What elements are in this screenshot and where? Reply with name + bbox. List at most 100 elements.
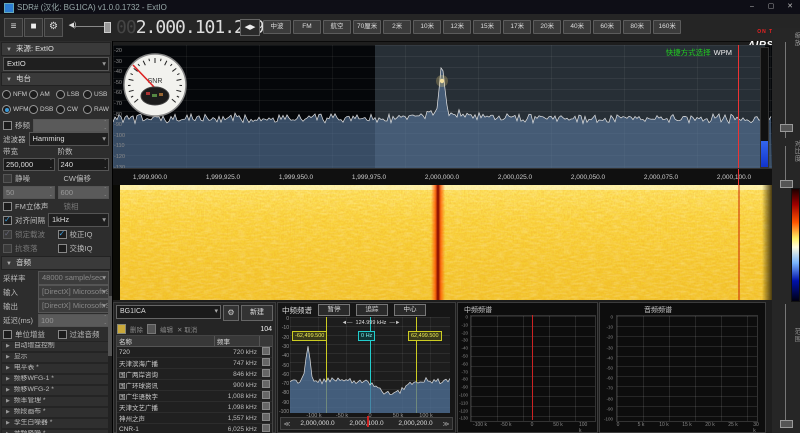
frequency-table-row[interactable]: 神州之声 1,557 kHz [117,413,272,424]
demod-mode-radio[interactable]: WFM [2,105,29,114]
frequency-scale[interactable]: 1,999,900.01,999,925.01,999,950.01,999,9… [113,168,772,185]
audio-input-select[interactable]: [DirectX] Microsoft So [38,285,109,299]
demod-mode-radio[interactable]: USB [83,90,110,99]
squelch-checkbox[interactable] [3,174,12,183]
new-entry-button[interactable]: 新建 [241,305,273,321]
edit-button[interactable]: 编辑 [160,324,173,334]
band-preset-button[interactable]: 60米 [593,20,621,34]
source-section-header[interactable]: 来源: ExtIO [1,42,111,56]
plugin-section-header[interactable]: 孪生白噪器 * [1,418,111,429]
station-checkbox-cell[interactable] [260,358,272,368]
band-preset-button[interactable]: 航空 [323,20,351,34]
edit-icon[interactable] [147,324,156,334]
if-zoom-chart[interactable]: 124.999 kHz -62,499.500 0 Hz 62,499.500 [290,317,450,413]
correct-iq-checkbox[interactable] [58,230,67,239]
plugin-section-header[interactable]: 频移WFG-1 * [1,374,111,385]
lock-carrier-checkbox[interactable] [3,230,12,239]
station-checkbox-cell[interactable] [260,347,272,357]
plugin-section-header[interactable]: 电平表 * [1,363,111,374]
menu-icon[interactable]: ≡ [4,18,23,37]
station-checkbox-cell[interactable] [260,424,272,433]
close-button[interactable]: ✕ [782,1,798,12]
frequency-table-row[interactable]: 720 720 kHz [117,347,272,358]
frequency-table-row[interactable]: 国广两岸咨询 846 kHz [117,369,272,380]
nav-left-icon[interactable]: ≪ [281,420,293,428]
order-input[interactable]: 240 [58,158,110,171]
frequency-table-row[interactable]: 天津滨海广播 747 kHz [117,358,272,369]
start-stop-icon[interactable]: ■ [24,18,43,37]
station-checkbox-cell[interactable] [260,380,272,390]
station-checkbox-cell[interactable] [260,369,272,379]
demod-mode-radio[interactable]: DSB [29,105,56,114]
band-preset-button[interactable]: 160米 [653,20,681,34]
frequency-table-row[interactable]: 国广华语数字 1,008 kHz [117,391,272,402]
volume-slider-handle[interactable] [104,22,111,33]
band-preset-button[interactable]: 70厘米 [353,20,381,34]
nav-right-icon[interactable]: ≫ [440,420,452,428]
delete-button[interactable]: 删除 [130,324,143,334]
demod-mode-radio[interactable]: RAW [83,105,110,114]
spectrum-display[interactable]: -20-30-40-50-60-70-80-90-100-110-120-130… [113,45,772,168]
demod-mode-radio[interactable]: LSB [56,90,83,99]
squelch-input[interactable]: 50 [3,186,55,199]
filter-audio-checkbox[interactable] [58,330,67,339]
source-select[interactable]: ExtIO [3,57,109,71]
band-preset-button[interactable]: 15米 [473,20,501,34]
station-checkbox-cell[interactable] [260,402,272,412]
fm-stereo-checkbox[interactable] [3,202,12,211]
band-preset-button[interactable]: 20米 [533,20,561,34]
station-checkbox[interactable] [262,402,270,410]
plugin-section-header[interactable]: 显示 [1,352,111,363]
waterfall-display[interactable] [113,185,772,300]
audio-output-select[interactable]: [DirectX] Microsoft So [38,299,109,313]
latency-input[interactable]: 100 [38,314,109,327]
shift-checkbox[interactable] [3,121,12,130]
center-button[interactable]: 中心 [394,304,426,316]
cw-shift-input[interactable]: 600 [58,186,110,199]
band-preset-button[interactable]: 80米 [623,20,651,34]
station-checkbox[interactable] [262,347,270,355]
filter-select[interactable]: Hamming [29,132,110,146]
anti-fading-checkbox[interactable] [3,244,12,253]
station-checkbox[interactable] [262,391,270,399]
new-file-icon[interactable] [117,324,126,334]
plugin-section-header[interactable]: 频移WFG-2 * [1,385,111,396]
gear-icon[interactable]: ⚙ [44,18,63,37]
cancel-button[interactable]: ✕ 取消 [177,324,197,334]
sidebar-scrollbar-thumb[interactable] [108,296,112,356]
tuned-frequency-line[interactable] [738,45,739,168]
station-checkbox[interactable] [262,358,270,366]
range-slider-track[interactable] [785,304,786,426]
name-column-header[interactable]: 名称 [117,336,215,346]
swap-iq-checkbox[interactable] [58,244,67,253]
band-preset-button[interactable]: 中波 [263,20,291,34]
frequency-table-row[interactable]: 天津文艺广播 1,098 kHz [117,402,272,413]
frequency-group-select[interactable]: BG1ICA [116,305,221,319]
nav-frequency[interactable]: 2,000,000.0 [300,420,334,427]
demod-mode-radio[interactable]: CW [56,105,83,114]
band-preset-button[interactable]: 17米 [503,20,531,34]
contrast-slider-track[interactable] [785,146,786,182]
band-preset-button[interactable]: 12米 [443,20,471,34]
station-checkbox[interactable] [262,424,270,432]
agc-section-header[interactable]: 自动增益控制 [1,341,111,352]
snap-checkbox[interactable] [3,216,12,225]
if-spectrum-grid[interactable] [470,315,596,422]
demod-mode-radio[interactable]: NFM [2,90,29,99]
radio-section-header[interactable]: 电台 [1,72,111,86]
maximize-button[interactable]: ▢ [763,1,779,12]
frequency-table-header[interactable]: 名称 频率 [117,336,272,347]
bandwidth-input[interactable]: 250,000 [3,158,55,171]
range-slider-handle[interactable] [780,420,793,428]
minimize-button[interactable]: – [744,1,760,12]
zoom-slider-handle[interactable] [780,124,793,132]
station-checkbox[interactable] [262,369,270,377]
band-preset-button[interactable]: 40米 [563,20,591,34]
band-preset-button[interactable]: 2米 [383,20,411,34]
contrast-slider-handle[interactable] [780,180,793,188]
samplerate-select[interactable]: 48000 sample/sec [38,271,109,285]
plugin-section-header[interactable]: 频率管理 * [1,396,111,407]
plugin-section-header[interactable]: 音频降噪 * [1,429,111,433]
plugin-section-header[interactable]: 频段画布 * [1,407,111,418]
frequency-table-row[interactable]: 国广环球资讯 900 kHz [117,380,272,391]
